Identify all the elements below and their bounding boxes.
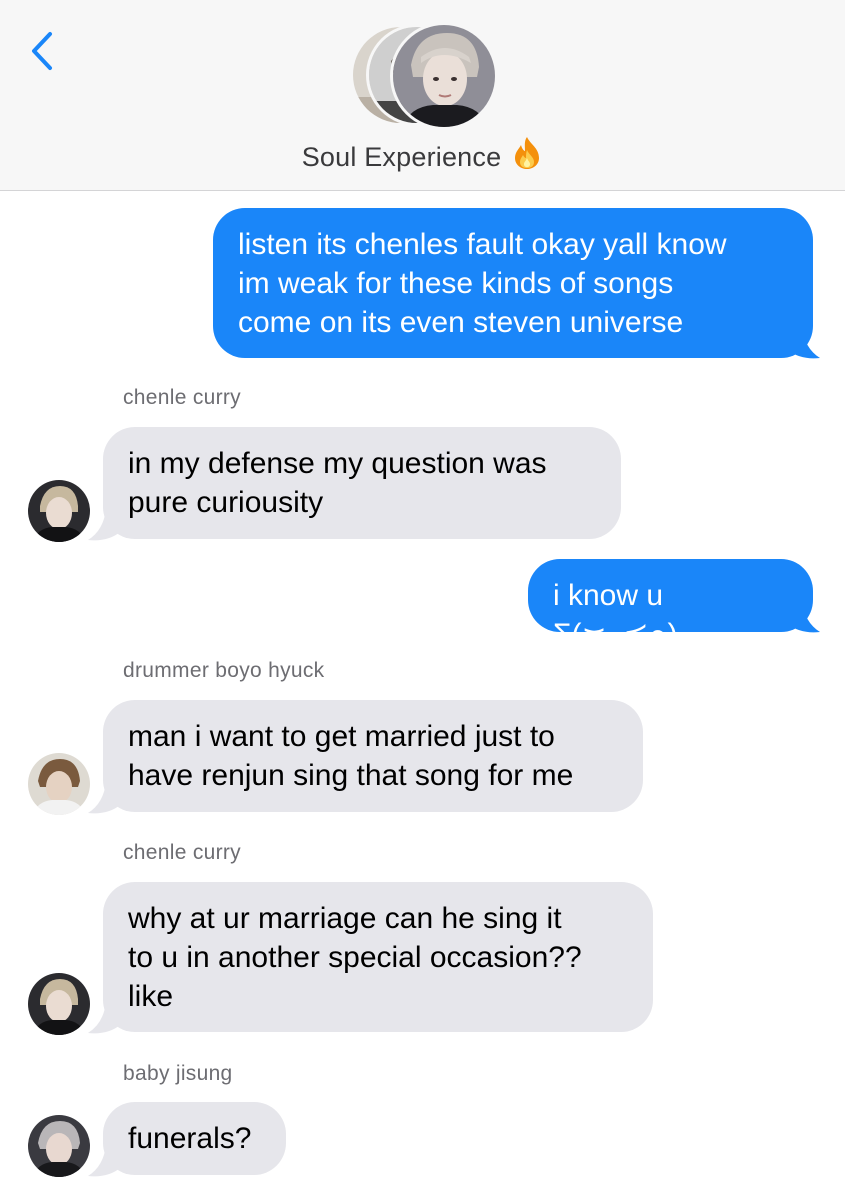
- back-button[interactable]: [26, 28, 66, 74]
- sender-name: baby jisung: [123, 1062, 233, 1085]
- bubble-tail: [88, 1001, 120, 1034]
- message-bubble-incoming[interactable]: why at ur marriage can he sing it to u i…: [103, 882, 653, 1032]
- avatar[interactable]: [28, 1115, 90, 1177]
- conversation-header: Soul Experience: [0, 0, 845, 191]
- avatar[interactable]: [28, 753, 90, 815]
- sender-name: chenle curry: [123, 841, 241, 864]
- message-bubble-outgoing[interactable]: listen its chenles fault okay yall know …: [213, 208, 813, 358]
- group-name: Soul Experience: [301, 142, 502, 172]
- bubble-tail: [88, 781, 120, 814]
- fire-emoji-icon: [511, 136, 543, 177]
- sender-name: chenle curry: [123, 386, 241, 409]
- avatar[interactable]: [28, 973, 90, 1035]
- bubble-tail: [788, 600, 820, 633]
- group-title[interactable]: Soul Experience: [0, 136, 845, 177]
- avatar[interactable]: [28, 480, 90, 542]
- bubble-tail: [788, 326, 820, 359]
- message-bubble-incoming[interactable]: funerals?: [103, 1102, 286, 1175]
- chevron-left-icon[interactable]: [26, 28, 66, 74]
- group-avatar-3: [390, 22, 498, 130]
- group-avatar-stack[interactable]: [350, 22, 500, 130]
- message-bubble-incoming[interactable]: in my defense my question was pure curio…: [103, 427, 621, 539]
- message-bubble-outgoing[interactable]: i know u Σ(≍_≼๑): [528, 559, 813, 651]
- bubble-tail: [88, 1144, 120, 1177]
- sender-name: drummer boyo hyuck: [123, 659, 325, 682]
- message-bubble-incoming[interactable]: man i want to get married just to have r…: [103, 700, 643, 812]
- bubble-tail: [88, 508, 120, 541]
